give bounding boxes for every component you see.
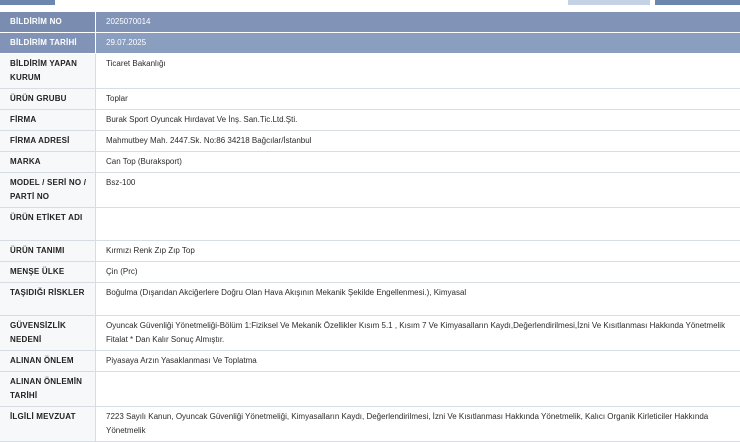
label-product-group: ÜRÜN GRUBU [0, 89, 96, 110]
tab-indicator-middle[interactable] [568, 0, 650, 5]
label-risks: TAŞIDIĞI RİSKLER [0, 283, 96, 316]
value-non-compliance-reason: Oyuncak Güvenliği Yönetmeliği-Bölüm 1:Fi… [96, 316, 740, 351]
label-company: FİRMA [0, 110, 96, 131]
top-tab-bar [0, 0, 740, 6]
notification-detail-table: BİLDİRİM NO 2025070014 BİLDİRİM TARİHİ 2… [0, 12, 740, 442]
value-company-address: Mahmutbey Mah. 2447.Sk. No:86 34218 Bağc… [96, 131, 740, 152]
value-notification-date: 29.07.2025 [96, 33, 740, 54]
value-model-serial-batch: Bsz-100 [96, 173, 740, 208]
row-notification-no: BİLDİRİM NO 2025070014 [0, 12, 740, 33]
value-measure-taken: Piyasaya Arzın Yasaklanması Ve Toplatma [96, 351, 740, 372]
label-non-compliance-reason: GÜVENSİZLİK NEDENİ [0, 316, 96, 351]
label-product-description: ÜRÜN TANIMI [0, 241, 96, 262]
value-measure-date [96, 372, 740, 407]
row-measure-date: ALINAN ÖNLEMİN TARİHİ [0, 372, 740, 407]
label-reporting-authority: BİLDİRİM YAPAN KURUM [0, 54, 96, 89]
row-non-compliance-reason: GÜVENSİZLİK NEDENİ Oyuncak Güvenliği Yön… [0, 316, 740, 351]
value-risks: Boğulma (Dışarıdan Akciğerlere Doğru Ola… [96, 283, 740, 316]
label-notification-no: BİLDİRİM NO [0, 12, 96, 33]
label-measure-taken: ALINAN ÖNLEM [0, 351, 96, 372]
row-product-label-name: ÜRÜN ETİKET ADI [0, 208, 740, 241]
label-model-serial-batch: MODEL / SERİ NO / PARTİ NO [0, 173, 96, 208]
value-product-label-name [96, 208, 740, 241]
value-product-group: Toplar [96, 89, 740, 110]
row-company-address: FİRMA ADRESİ Mahmutbey Mah. 2447.Sk. No:… [0, 131, 740, 152]
label-country-of-origin: MENŞE ÜLKE [0, 262, 96, 283]
value-reporting-authority: Ticaret Bakanlığı [96, 54, 740, 89]
row-reporting-authority: BİLDİRİM YAPAN KURUM Ticaret Bakanlığı [0, 54, 740, 89]
tab-indicator-left[interactable] [0, 0, 55, 5]
row-measure-taken: ALINAN ÖNLEM Piyasaya Arzın Yasaklanması… [0, 351, 740, 372]
value-notification-no: 2025070014 [96, 12, 740, 33]
row-product-description: ÜRÜN TANIMI Kırmızı Renk Zıp Zıp Top [0, 241, 740, 262]
row-product-group: ÜRÜN GRUBU Toplar [0, 89, 740, 110]
row-model-serial-batch: MODEL / SERİ NO / PARTİ NO Bsz-100 [0, 173, 740, 208]
value-related-legislation: 7223 Sayılı Kanun, Oyuncak Güvenliği Yön… [96, 407, 740, 442]
label-related-legislation: İLGİLİ MEVZUAT [0, 407, 96, 442]
tab-indicator-right[interactable] [655, 0, 740, 5]
value-brand: Can Top (Buraksport) [96, 152, 740, 173]
value-product-description: Kırmızı Renk Zıp Zıp Top [96, 241, 740, 262]
row-risks: TAŞIDIĞI RİSKLER Boğulma (Dışarıdan Akci… [0, 283, 740, 316]
row-brand: MARKA Can Top (Buraksport) [0, 152, 740, 173]
label-notification-date: BİLDİRİM TARİHİ [0, 33, 96, 54]
value-company: Burak Sport Oyuncak Hırdavat Ve İnş. San… [96, 110, 740, 131]
row-company: FİRMA Burak Sport Oyuncak Hırdavat Ve İn… [0, 110, 740, 131]
value-country-of-origin: Çin (Prc) [96, 262, 740, 283]
row-related-legislation: İLGİLİ MEVZUAT 7223 Sayılı Kanun, Oyunca… [0, 407, 740, 442]
label-product-label-name: ÜRÜN ETİKET ADI [0, 208, 96, 241]
label-measure-date: ALINAN ÖNLEMİN TARİHİ [0, 372, 96, 407]
row-country-of-origin: MENŞE ÜLKE Çin (Prc) [0, 262, 740, 283]
row-notification-date: BİLDİRİM TARİHİ 29.07.2025 [0, 33, 740, 54]
label-brand: MARKA [0, 152, 96, 173]
label-company-address: FİRMA ADRESİ [0, 131, 96, 152]
